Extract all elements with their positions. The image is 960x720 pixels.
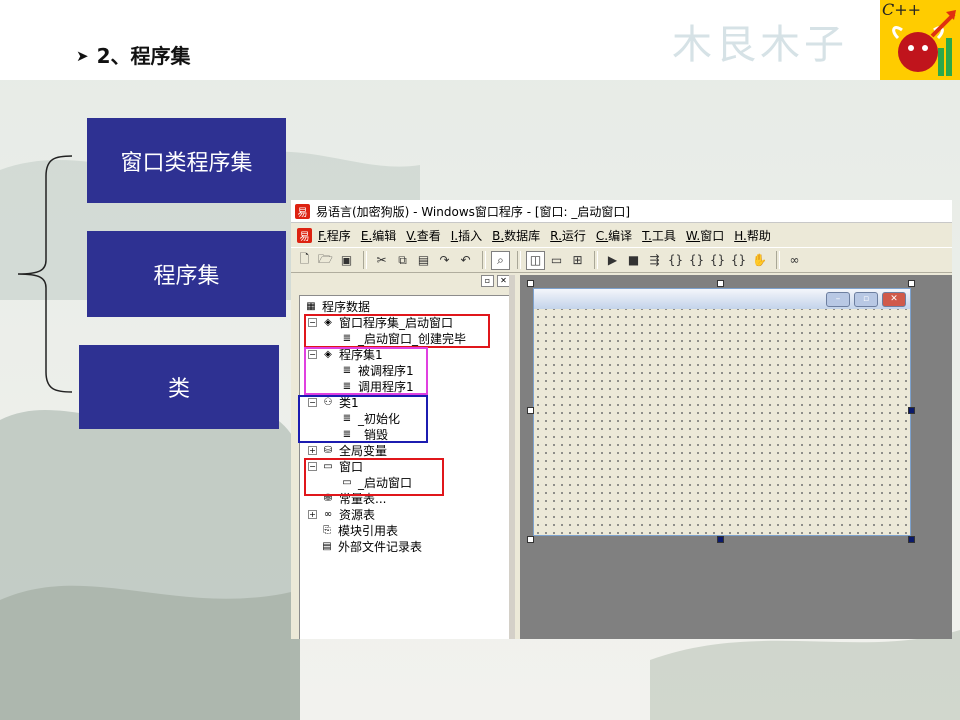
toolbar-separator <box>517 251 521 269</box>
step-icon[interactable]: ⇶ <box>645 251 664 270</box>
step-into-icon[interactable]: {} <box>666 251 685 270</box>
resize-handle[interactable] <box>717 536 724 543</box>
undo-icon[interactable]: ↶ <box>456 251 475 270</box>
tree-item-external-files[interactable]: ▤ 外部文件记录表 <box>320 538 422 554</box>
highlight-class <box>298 395 428 443</box>
ide-toolbar: 🗋 🗁 ▣ ✂ ⧉ ▤ ↷ ↶ ⌕ ◫ ▭ ⊞ ▶ ■ ⇶ {} {} {} {… <box>291 247 952 273</box>
step-out-icon[interactable]: {} <box>708 251 727 270</box>
startup-window-form[interactable]: – ▫ ✕ <box>533 288 911 536</box>
tree-item-resources[interactable]: + ∞ 资源表 <box>308 506 375 522</box>
menu-database[interactable]: B.数据库 <box>492 227 540 244</box>
toolbar-separator <box>776 251 780 269</box>
layout-icon-1[interactable]: ◫ <box>526 250 545 270</box>
highlight-assembly <box>304 347 428 395</box>
bullet-text: 2、程序集 <box>96 44 191 68</box>
menu-compile[interactable]: C.编译 <box>596 227 632 244</box>
cpp-logo: C++ <box>880 0 960 80</box>
stop-icon[interactable]: ■ <box>624 251 643 270</box>
resources-icon: ∞ <box>323 508 333 520</box>
ide-title-text: 易语言(加密狗版) - Windows窗口程序 - [窗口: _启动窗口] <box>316 204 631 219</box>
close-icon[interactable]: ✕ <box>882 291 906 307</box>
copy-icon[interactable]: ⧉ <box>393 251 412 270</box>
watermark-text: 木艮木子 <box>672 22 848 68</box>
menu-app-icon[interactable]: 易 <box>297 227 312 243</box>
highlight-window <box>304 458 444 496</box>
panel-restore-icon[interactable]: ▫ <box>481 275 494 287</box>
layout-icon-2[interactable]: ▭ <box>547 251 566 270</box>
resize-handle[interactable] <box>908 536 915 543</box>
form-designer: – ▫ ✕ <box>520 275 952 639</box>
redo-icon[interactable]: ↷ <box>435 251 454 270</box>
hand-icon[interactable]: ✋ <box>750 251 769 270</box>
arrow-bullet-icon: ➤ <box>76 47 89 65</box>
tree-panel-header: ▫ ✕ <box>295 275 513 289</box>
open-folder-icon[interactable]: 🗁 <box>316 251 335 270</box>
menu-insert[interactable]: I.插入 <box>451 227 482 244</box>
label-assembly: 程序集 <box>87 231 286 317</box>
resize-handle[interactable] <box>527 536 534 543</box>
database-icon: ⛁ <box>323 444 333 456</box>
ide-titlebar: 易 易语言(加密狗版) - Windows窗口程序 - [窗口: _启动窗口] <box>291 200 952 223</box>
expand-icon[interactable]: + <box>308 509 317 519</box>
find-icon[interactable]: ⌕ <box>491 250 510 270</box>
menu-edit[interactable]: E.编辑 <box>361 227 396 244</box>
menu-help[interactable]: H.帮助 <box>734 227 771 244</box>
form-titlebar: – ▫ ✕ <box>534 289 910 309</box>
tree-item-modules[interactable]: ⎘ 模块引用表 <box>320 522 398 538</box>
label-class: 类 <box>79 345 279 429</box>
toolbar-separator <box>482 251 486 269</box>
tree-root[interactable]: ▦ 程序数据 <box>304 298 370 314</box>
tree-splitter[interactable] <box>509 275 515 639</box>
logo-text: C++ <box>882 0 922 19</box>
binoculars-icon[interactable]: ∞ <box>785 251 804 270</box>
highlight-window-assembly <box>304 314 490 348</box>
resize-handle[interactable] <box>717 280 724 287</box>
menu-view[interactable]: V.查看 <box>406 227 441 244</box>
project-tree: ▦ 程序数据 − ◈ 窗口程序集_启动窗口 ≣ _启动窗口_创建完毕 − ◈ 程序集1 ≣ 被… <box>298 295 511 639</box>
label-window-assembly: 窗口类程序集 <box>87 118 286 203</box>
app-logo-icon: 易 <box>295 203 310 219</box>
step-over-icon[interactable]: {} <box>687 251 706 270</box>
ide-window: 易 易语言(加密狗版) - Windows窗口程序 - [窗口: _启动窗口] … <box>291 200 952 639</box>
resize-handle[interactable] <box>908 280 915 287</box>
paste-icon[interactable]: ▤ <box>414 251 433 270</box>
menu-program[interactable]: F.程序 <box>318 227 351 244</box>
module-icon: ⎘ <box>323 524 331 536</box>
tree-panel: ▫ ✕ ▦ 程序数据 − ◈ 窗口程序集_启动窗口 ≣ _启动窗口_创建完毕 − ◈ 程序集… <box>295 275 513 639</box>
menu-window[interactable]: W.窗口 <box>686 227 724 244</box>
toolbar-separator <box>594 251 598 269</box>
new-file-icon[interactable]: 🗋 <box>295 251 314 270</box>
resize-handle[interactable] <box>527 280 534 287</box>
resize-handle[interactable] <box>908 407 915 414</box>
expand-icon[interactable]: + <box>308 445 317 455</box>
program-data-icon: ▦ <box>306 300 316 312</box>
resize-handle[interactable] <box>527 407 534 414</box>
layout-icon-3[interactable]: ⊞ <box>568 251 587 270</box>
curly-brace <box>17 155 73 393</box>
minimize-icon[interactable]: – <box>826 291 850 307</box>
ide-menubar: 易 F.程序 E.编辑 V.查看 I.插入 B.数据库 R.运行 C.编译 T.… <box>291 223 952 247</box>
save-icon[interactable]: ▣ <box>337 251 356 270</box>
cut-icon[interactable]: ✂ <box>372 251 391 270</box>
slide-bullet: ➤ 2、程序集 <box>76 40 191 69</box>
maximize-icon[interactable]: ▫ <box>854 291 878 307</box>
run-icon[interactable]: ▶ <box>603 251 622 270</box>
run-to-cursor-icon[interactable]: {} <box>729 251 748 270</box>
menu-run[interactable]: R.运行 <box>550 227 586 244</box>
tree-item-globals[interactable]: + ⛁ 全局变量 <box>308 442 387 458</box>
menu-tools[interactable]: T.工具 <box>642 227 676 244</box>
file-list-icon: ▤ <box>322 540 332 552</box>
toolbar-separator <box>363 251 367 269</box>
